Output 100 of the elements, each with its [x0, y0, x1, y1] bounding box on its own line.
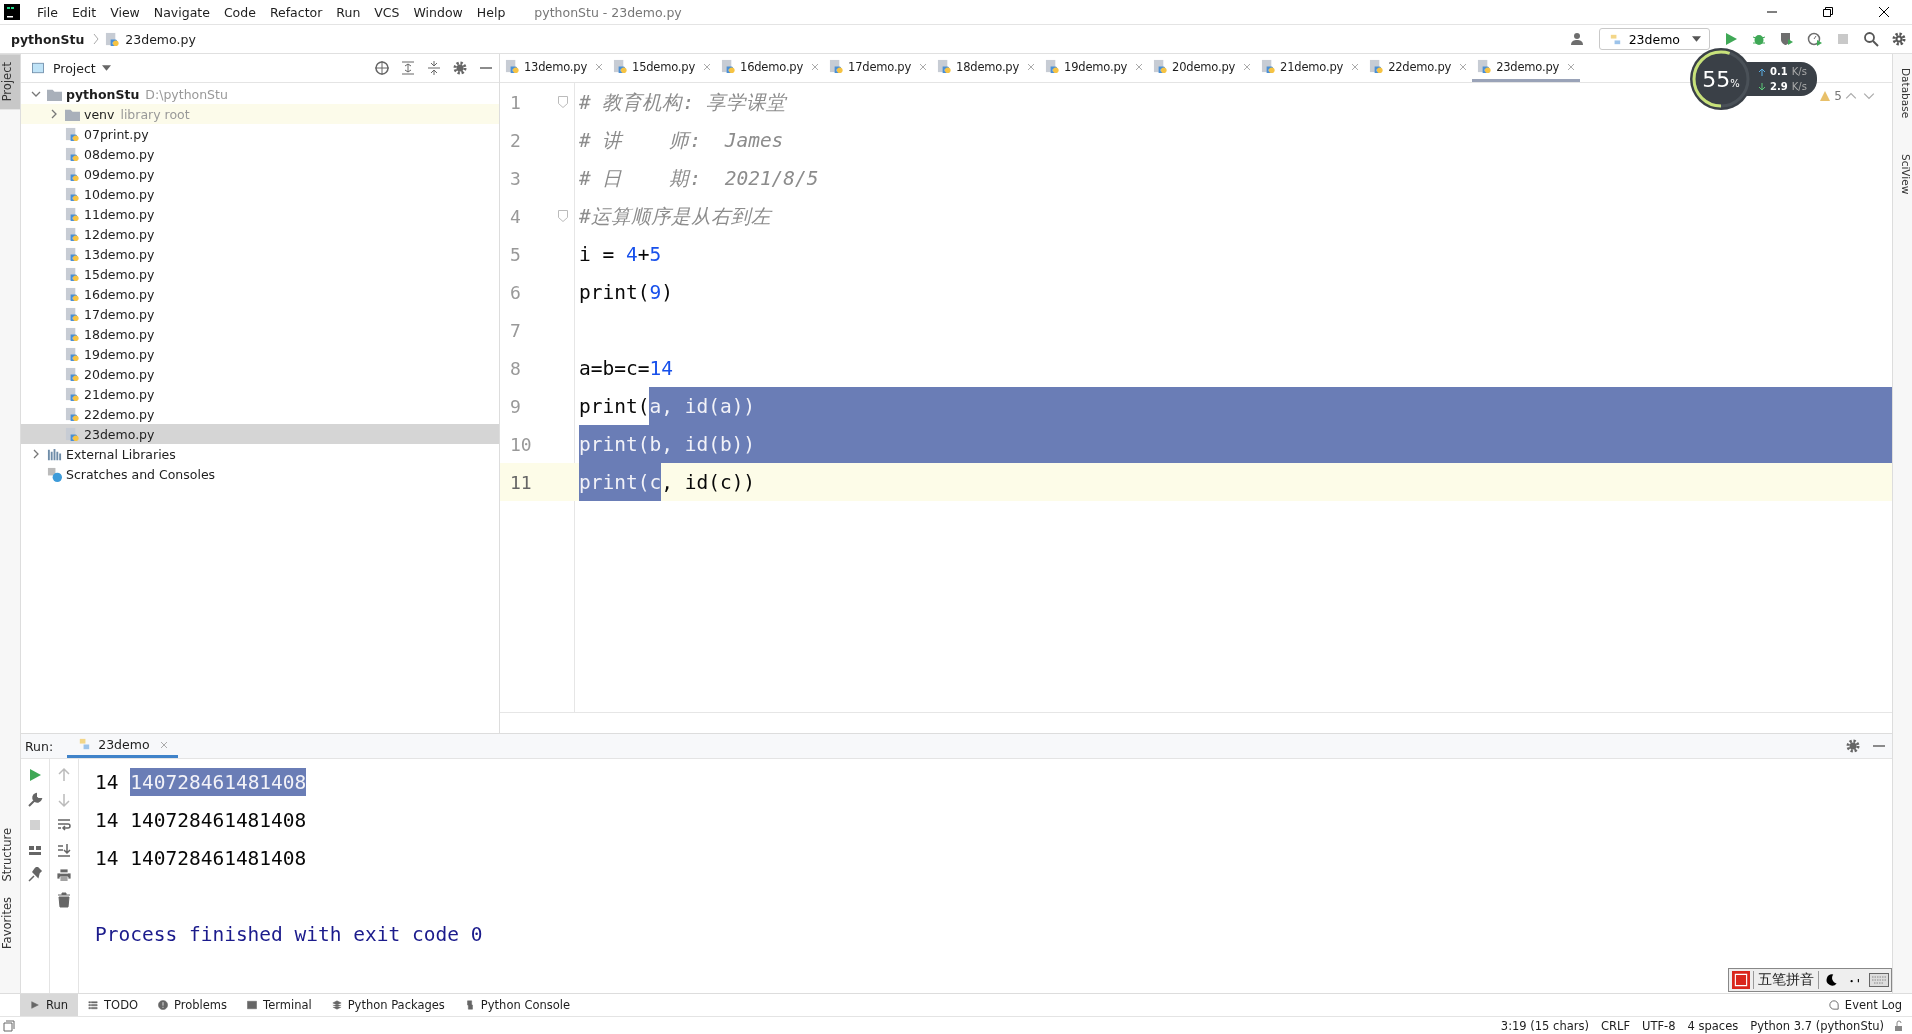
layout-icon[interactable] [3, 1019, 15, 1032]
menu-item[interactable]: VCS [367, 4, 407, 20]
wrench-icon[interactable] [27, 792, 43, 808]
rerun-icon[interactable] [27, 767, 43, 783]
menu-item[interactable]: Help [469, 4, 513, 20]
python-file-icon [65, 246, 80, 262]
menu-item[interactable]: Run [329, 4, 368, 20]
tree-item[interactable]: 16demo.py [21, 284, 499, 304]
status-item[interactable]: UTF-8 [1636, 1018, 1682, 1033]
tree-item[interactable]: Scratches and Consoles [21, 464, 499, 484]
tool-window-tab[interactable]: Project [0, 54, 20, 110]
tree-item[interactable]: 17demo.py [21, 304, 499, 324]
keyboard-icon[interactable] [1869, 971, 1889, 989]
fold-marker-icon[interactable] [558, 210, 568, 222]
editor-tab[interactable]: 23demo.py [1472, 54, 1581, 82]
tree-item[interactable]: 15demo.py [21, 264, 499, 284]
tree-item-label: External Libraries [66, 446, 176, 462]
tree-item[interactable]: pythonStu D:\pythonStu [21, 84, 499, 104]
editor-tab[interactable]: 15demo.py [608, 54, 717, 82]
down-arrow-icon[interactable] [56, 792, 72, 808]
menu-item[interactable]: Code [216, 4, 263, 20]
menu-item[interactable]: Window [406, 4, 470, 20]
fold-marker-icon[interactable] [558, 96, 568, 108]
chevron-icon[interactable] [31, 89, 41, 99]
editor-tab[interactable]: 20demo.py [1148, 54, 1257, 82]
tool-window-tab[interactable]: Database [1893, 60, 1912, 127]
seal-icon[interactable] [1731, 971, 1751, 989]
tree-item[interactable]: 10demo.py [21, 184, 499, 204]
gauge-icon[interactable] [1807, 31, 1823, 47]
chevron-icon[interactable] [49, 109, 59, 119]
editor-tab[interactable]: 19demo.py [1040, 54, 1149, 82]
tool-window-tab[interactable]: Terminal [237, 994, 322, 1016]
warning-count[interactable]: 5 [1834, 89, 1842, 103]
tree-item-label: 15demo.py [84, 266, 155, 282]
input-method-label[interactable]: 五笔拼音 [1753, 971, 1819, 989]
tree-item[interactable]: 21demo.py [21, 384, 499, 404]
run-configuration-dropdown[interactable]: 23demo [1598, 28, 1710, 50]
panel-title[interactable]: Project [53, 60, 96, 76]
tree-item[interactable]: venv library root [21, 104, 499, 124]
menu-item[interactable]: Navigate [146, 4, 217, 20]
tool-window-tab[interactable]: Favorites [0, 889, 20, 957]
caret-icon[interactable] [101, 65, 111, 71]
tool-window-tab[interactable]: Structure [0, 819, 20, 890]
scroll-to-end-icon[interactable] [56, 842, 72, 858]
settings-icon[interactable] [1891, 31, 1907, 47]
pin-icon[interactable] [27, 867, 43, 883]
tree-item-label: 21demo.py [84, 386, 155, 402]
menu-item[interactable]: Refactor [262, 4, 330, 20]
tool-window-tab[interactable]: Run [20, 994, 79, 1016]
crosshair-icon[interactable] [374, 60, 390, 76]
trash-icon[interactable] [56, 892, 72, 908]
menu-item[interactable]: Edit [64, 4, 104, 20]
tool-window-tab[interactable]: SciView [1893, 146, 1912, 203]
soft-wrap-icon[interactable] [56, 817, 72, 833]
tree-item[interactable]: 08demo.py [21, 144, 499, 164]
tree-item[interactable]: 12demo.py [21, 224, 499, 244]
chevron-icon[interactable] [31, 449, 41, 459]
collapse-all-icon[interactable] [426, 60, 442, 76]
status-item[interactable]: 4 spaces [1681, 1018, 1745, 1033]
status-item[interactable]: CRLF [1594, 1018, 1636, 1033]
tree-item[interactable]: 19demo.py [21, 344, 499, 364]
editor-tab[interactable]: 16demo.py [716, 54, 825, 82]
breadcrumb-item[interactable]: 23demo.py [122, 31, 199, 47]
tree-item[interactable]: 20demo.py [21, 364, 499, 384]
user-icon[interactable] [1569, 31, 1586, 47]
line-number: 2 [509, 129, 522, 151]
status-item[interactable]: 3:19 (15 chars) [1494, 1018, 1595, 1033]
status-item[interactable]: Python 3.7 (pythonStu) [1744, 1018, 1890, 1033]
tree-item[interactable]: 13demo.py [21, 244, 499, 264]
menu-item[interactable]: File [30, 4, 65, 20]
tree-item[interactable]: 23demo.py [21, 424, 499, 444]
editor-tab[interactable]: 13demo.py [500, 54, 608, 82]
breadcrumb-item[interactable]: pythonStu [8, 31, 88, 47]
menu-item[interactable]: View [103, 4, 147, 20]
settings-icon[interactable] [452, 60, 468, 76]
tree-item[interactable]: External Libraries [21, 444, 499, 464]
up-arrow-icon[interactable] [56, 767, 72, 783]
editor-tab[interactable]: 17demo.py [824, 54, 933, 82]
close-icon[interactable] [1878, 6, 1890, 18]
expand-all-icon[interactable] [400, 60, 416, 76]
restore-icon[interactable] [1822, 6, 1834, 18]
tree-item[interactable]: 22demo.py [21, 404, 499, 424]
tool-window-tab[interactable]: TODO [78, 994, 149, 1016]
tree-item[interactable]: 09demo.py [21, 164, 499, 184]
tool-window-tab[interactable]: Problems [148, 994, 238, 1016]
tool-window-tab[interactable]: Python Console [454, 994, 581, 1016]
print-icon[interactable] [56, 867, 72, 883]
editor-tab[interactable]: 22demo.py [1364, 54, 1473, 82]
event-log-button[interactable]: Event Log [1818, 994, 1912, 1016]
console-tab[interactable]: 23demo [67, 734, 178, 758]
settings-icon[interactable] [1845, 738, 1861, 754]
tree-item[interactable]: 18demo.py [21, 324, 499, 344]
search-icon[interactable] [1863, 31, 1879, 47]
editor-tab[interactable]: 21demo.py [1256, 54, 1365, 82]
tree-item[interactable]: 07print.py [21, 124, 499, 144]
editor-tab[interactable]: 18demo.py [932, 54, 1041, 82]
tree-item[interactable]: 11demo.py [21, 204, 499, 224]
shield-icon[interactable] [1779, 31, 1795, 47]
lock-icon[interactable] [1893, 1019, 1905, 1032]
tool-window-tab[interactable]: Python Packages [321, 994, 455, 1016]
